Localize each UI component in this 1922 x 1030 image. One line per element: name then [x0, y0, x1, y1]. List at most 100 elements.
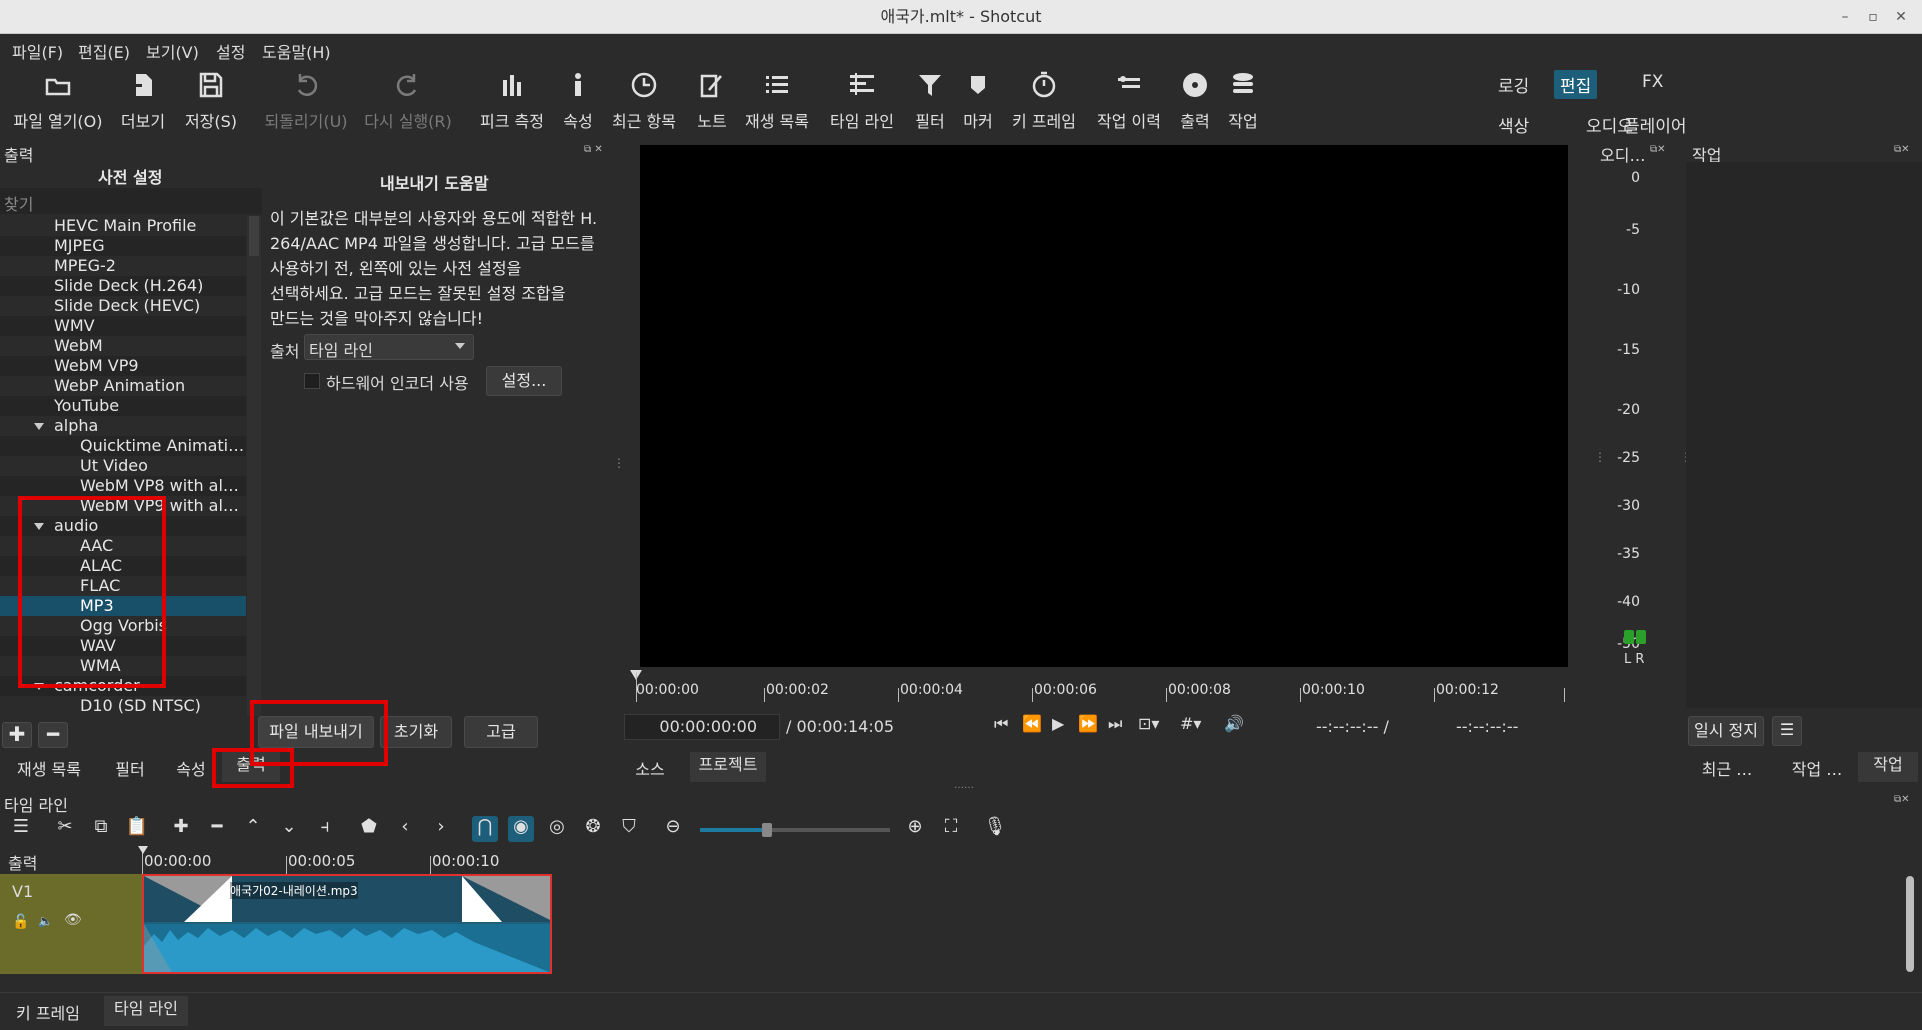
splitter-handle[interactable]: ⋮: [1594, 450, 1606, 464]
menu-file[interactable]: 파일(F): [12, 39, 63, 63]
tab-properties[interactable]: 속성: [170, 756, 212, 780]
preset-scrollbar[interactable]: [247, 216, 261, 716]
timeline-vscrollbar[interactable]: [1906, 876, 1914, 972]
preset-item[interactable]: WMV: [0, 316, 246, 336]
zoom-in-icon[interactable]: ⊕: [902, 816, 928, 842]
preset-item[interactable]: WebM VP9: [0, 356, 246, 376]
tab-keyframes[interactable]: 키 프레임: [10, 1000, 86, 1024]
dock-float-icon[interactable]: ⧉✕: [1894, 144, 1910, 155]
save-button[interactable]: 저장(S): [184, 64, 238, 142]
zoom-slider[interactable]: [700, 823, 890, 837]
mode-player[interactable]: 플레이어: [1618, 110, 1693, 139]
tab-history[interactable]: 작업 …: [1786, 756, 1848, 780]
skip-start-icon[interactable]: ⏮: [994, 714, 1008, 734]
jobs-menu-button[interactable]: ☰: [1772, 716, 1802, 746]
grid-icon[interactable]: #▾: [1180, 714, 1201, 733]
mute-icon[interactable]: 🔈: [38, 914, 53, 928]
splitter-handle[interactable]: ……: [954, 780, 974, 791]
mode-logging[interactable]: 로깅: [1492, 70, 1535, 99]
reset-button[interactable]: 초기화: [380, 716, 452, 748]
player-ruler[interactable]: 00:00:00 00:00:02 00:00:04 00:00:06 00:0…: [628, 670, 1574, 704]
current-time-field[interactable]: 00:00:00:00: [624, 714, 780, 740]
dock-float-icon[interactable]: ⧉✕: [1894, 794, 1910, 805]
timeline-menu-icon[interactable]: ☰: [8, 816, 34, 842]
lift-icon[interactable]: ⌃: [240, 816, 266, 842]
preset-item[interactable]: WebP Animation: [0, 376, 246, 396]
rewind-icon[interactable]: ⏪: [1022, 714, 1042, 733]
tab-filters[interactable]: 필터: [108, 756, 152, 780]
preset-item[interactable]: D10 (SD NTSC): [0, 696, 246, 716]
splitter-handle[interactable]: ⋮: [613, 456, 625, 470]
preset-item[interactable]: Slide Deck (HEVC): [0, 296, 246, 316]
preset-item[interactable]: MPEG-2: [0, 256, 246, 276]
preset-item[interactable]: Ut Video: [0, 456, 246, 476]
tab-playlist[interactable]: 재생 목록: [8, 756, 90, 780]
ripple-delete-icon[interactable]: ━: [204, 816, 230, 842]
dock-float-icon[interactable]: ⧉✕: [1650, 144, 1666, 155]
dock-float-icon[interactable]: ⧉ ✕: [584, 144, 603, 155]
cut-icon[interactable]: ✂: [52, 816, 78, 842]
overwrite-icon[interactable]: ⌄: [276, 816, 302, 842]
paste-icon[interactable]: 📋: [124, 816, 150, 842]
preset-item[interactable]: YouTube: [0, 396, 246, 416]
eye-icon[interactable]: 👁: [64, 912, 82, 928]
timeline-track-area[interactable]: [552, 874, 1902, 974]
minimize-icon[interactable]: –: [1830, 0, 1860, 34]
redo-button[interactable]: 다시 실행(R): [362, 64, 454, 142]
tab-source[interactable]: 소스: [630, 756, 670, 780]
notes-button[interactable]: 노트: [692, 64, 732, 142]
add-preset-button[interactable]: ✚: [2, 722, 32, 748]
preset-item[interactable]: Quicktime Animati…: [0, 436, 246, 456]
microphone-icon[interactable]: 🎙: [982, 816, 1008, 842]
hw-encoder-checkbox[interactable]: [304, 373, 320, 389]
history-button[interactable]: 작업 이력: [1094, 64, 1164, 142]
recent-button[interactable]: 최근 항목: [610, 64, 678, 142]
markers-button[interactable]: 마커: [960, 64, 996, 142]
source-select[interactable]: 타임 라인: [304, 334, 474, 360]
append-icon[interactable]: ✚: [168, 816, 194, 842]
tab-project[interactable]: 프로젝트: [690, 752, 766, 782]
timeline-ruler[interactable]: 00:00:00 00:00:05 00:00:10: [138, 846, 552, 874]
split-icon[interactable]: ⫞: [312, 816, 338, 842]
fast-forward-icon[interactable]: ⏩: [1078, 714, 1098, 733]
scrub-icon[interactable]: ◉: [508, 816, 534, 842]
preset-item[interactable]: MJPEG: [0, 236, 246, 256]
advanced-button[interactable]: 고급: [464, 716, 538, 748]
preset-search-input[interactable]: 찾기: [0, 188, 262, 214]
export-button[interactable]: 출력: [1178, 64, 1212, 142]
tab-timeline[interactable]: 타임 라인: [104, 996, 188, 1026]
tab-jobs[interactable]: 작업: [1858, 752, 1918, 782]
tab-recent[interactable]: 최근 …: [1696, 756, 1758, 780]
audio-clip[interactable]: 애국가02-내레이션.mp3: [142, 874, 552, 974]
snap-icon[interactable]: ⋂: [472, 816, 498, 842]
play-icon[interactable]: ▶: [1052, 714, 1064, 733]
preset-item[interactable]: WebM VP8 with al…: [0, 476, 246, 496]
expand-triangle-icon[interactable]: [34, 423, 44, 430]
menu-edit[interactable]: 편집(E): [78, 39, 130, 63]
mode-editing[interactable]: 편집: [1554, 70, 1598, 99]
preset-category[interactable]: alpha: [0, 416, 246, 436]
zoom-fit-icon[interactable]: ⊡▾: [1138, 714, 1159, 733]
marker-icon[interactable]: ⬟: [356, 816, 382, 842]
menu-view[interactable]: 보기(V): [146, 39, 199, 63]
ripple-markers-icon[interactable]: ⛉: [616, 816, 642, 842]
open-file-button[interactable]: 파일 열기(O): [10, 64, 106, 142]
zoom-slider-handle[interactable]: [762, 823, 772, 837]
lock-icon[interactable]: 🔓: [12, 914, 29, 930]
filters-button[interactable]: 필터: [910, 64, 950, 142]
jobs-button[interactable]: 작업: [1226, 64, 1260, 142]
copy-icon[interactable]: ⧉: [88, 816, 114, 842]
mode-fx[interactable]: FX: [1636, 70, 1669, 94]
ripple-all-icon[interactable]: ❂: [580, 816, 606, 842]
peak-meter-button[interactable]: 피크 측정: [478, 64, 546, 142]
zoom-fit-icon[interactable]: ⛶: [938, 816, 964, 842]
playlist-button[interactable]: 재생 목록: [742, 64, 812, 142]
more-button[interactable]: 더보기: [118, 64, 168, 142]
track-header-v1[interactable]: V1 🔓 🔈 👁: [0, 874, 142, 974]
video-preview[interactable]: [640, 145, 1568, 667]
preset-item[interactable]: Slide Deck (H.264): [0, 276, 246, 296]
next-marker-icon[interactable]: ›: [428, 816, 454, 842]
ripple-icon[interactable]: ◎: [544, 816, 570, 842]
keyframes-button[interactable]: 키 프레임: [1010, 64, 1078, 142]
volume-icon[interactable]: 🔊: [1224, 714, 1244, 733]
